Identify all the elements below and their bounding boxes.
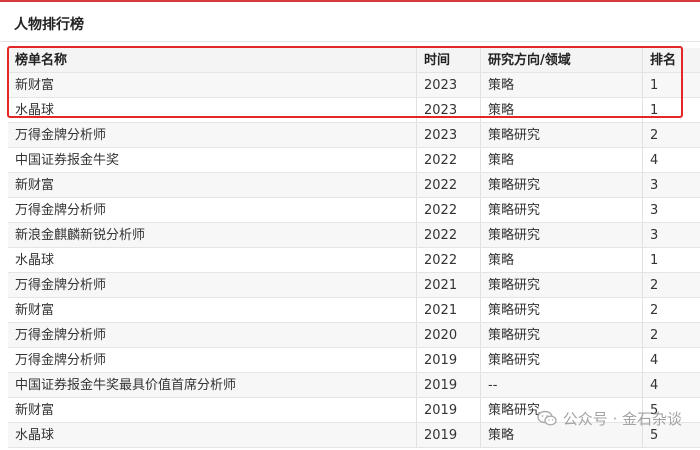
table-row: 万得金牌分析师 2022 策略研究 3: [8, 198, 700, 223]
table-row: 中国证券报金牛奖 2022 策略 4: [8, 148, 700, 173]
cell-field: 策略研究: [481, 323, 643, 347]
cell-year: 2023: [417, 73, 481, 97]
table-row: 水晶球 2023 策略 1: [8, 98, 700, 123]
cell-year: 2019: [417, 398, 481, 422]
table-body: 新财富 2023 策略 1 水晶球 2023 策略 1 万得金牌分析师 2023 策略研究 2 中国证券…: [8, 73, 700, 448]
top-accent-border: [0, 0, 700, 2]
cell-list-name: 万得金牌分析师: [8, 273, 417, 297]
cell-year: 2019: [417, 423, 481, 447]
cell-year: 2019: [417, 373, 481, 397]
cell-rank: 1: [650, 103, 659, 118]
cell-field: 策略研究: [481, 223, 643, 247]
table-header-row: 榜单名称 时间 研究方向/领域 排名: [8, 48, 700, 73]
cell-field: 策略研究: [481, 298, 643, 322]
cell-field: 策略: [481, 73, 643, 97]
cell-field: --: [481, 373, 643, 397]
header-list-name: 榜单名称: [8, 48, 417, 72]
cell-list-name: 新财富: [8, 298, 417, 322]
cell-year: 2022: [417, 248, 481, 272]
cell-year: 2019: [417, 348, 481, 372]
cell-field: 策略: [481, 98, 643, 122]
cell-rank: 4: [650, 153, 659, 168]
wechat-icon: [536, 410, 557, 427]
watermark: 公众号 · 金石杂谈: [536, 408, 682, 429]
cell-field: 策略研究: [481, 173, 643, 197]
cell-rank: 3: [650, 203, 659, 218]
section-title: 人物排行榜: [14, 17, 84, 33]
cell-list-name: 新浪金麒麟新锐分析师: [8, 223, 417, 247]
cell-year: 2023: [417, 98, 481, 122]
cell-rank: 3: [650, 178, 659, 193]
cell-list-name: 万得金牌分析师: [8, 348, 417, 372]
cell-year: 2020: [417, 323, 481, 347]
watermark-text: 公众号 · 金石杂谈: [562, 410, 682, 428]
cell-rank: 2: [650, 278, 659, 293]
table-row: 新浪金麒麟新锐分析师 2022 策略研究 3: [8, 223, 700, 248]
cell-list-name: 万得金牌分析师: [8, 323, 417, 347]
cell-rank: 3: [650, 228, 659, 243]
cell-rank: 4: [650, 378, 659, 393]
table-row: 万得金牌分析师 2020 策略研究 2: [8, 323, 700, 348]
cell-list-name: 新财富: [8, 73, 417, 97]
cell-list-name: 新财富: [8, 398, 417, 422]
cell-rank: 2: [650, 128, 659, 143]
cell-list-name: 水晶球: [8, 423, 417, 447]
cell-year: 2022: [417, 173, 481, 197]
cell-year: 2021: [417, 273, 481, 297]
table-row: 万得金牌分析师 2019 策略研究 4: [8, 348, 700, 373]
header-rank: 排名: [650, 53, 677, 68]
cell-year: 2022: [417, 198, 481, 222]
cell-list-name: 中国证券报金牛奖: [8, 148, 417, 172]
cell-year: 2022: [417, 223, 481, 247]
cell-rank: 4: [650, 353, 659, 368]
cell-year: 2022: [417, 148, 481, 172]
cell-field: 策略研究: [481, 198, 643, 222]
cell-rank: 2: [650, 303, 659, 318]
table-row: 新财富 2023 策略 1: [8, 73, 700, 98]
cell-field: 策略研究: [481, 123, 643, 147]
table-row: 水晶球 2022 策略 1: [8, 248, 700, 273]
cell-field: 策略研究: [481, 273, 643, 297]
cell-year: 2021: [417, 298, 481, 322]
cell-field: 策略研究: [481, 348, 643, 372]
cell-list-name: 新财富: [8, 173, 417, 197]
header-field: 研究方向/领域: [481, 48, 643, 72]
ranking-table: 榜单名称 时间 研究方向/领域 排名 新财富 2023 策略 1 水晶球 2023 策略 1 万…: [8, 48, 700, 448]
cell-year: 2023: [417, 123, 481, 147]
table-row: 中国证券报金牛奖最具价值首席分析师 2019 -- 4: [8, 373, 700, 398]
cell-rank: 1: [650, 253, 659, 268]
cell-list-name: 水晶球: [8, 248, 417, 272]
table-row: 新财富 2022 策略研究 3: [8, 173, 700, 198]
table-row: 新财富 2021 策略研究 2: [8, 298, 700, 323]
table-row: 万得金牌分析师 2023 策略研究 2: [8, 123, 700, 148]
table-row: 万得金牌分析师 2021 策略研究 2: [8, 273, 700, 298]
cell-list-name: 中国证券报金牛奖最具价值首席分析师: [8, 373, 417, 397]
cell-rank: 2: [650, 328, 659, 343]
cell-field: 策略: [481, 148, 643, 172]
cell-rank: 1: [650, 78, 659, 93]
cell-field: 策略: [481, 248, 643, 272]
section-divider: [0, 41, 700, 42]
cell-list-name: 万得金牌分析师: [8, 123, 417, 147]
header-year: 时间: [417, 48, 481, 72]
cell-list-name: 万得金牌分析师: [8, 198, 417, 222]
cell-list-name: 水晶球: [8, 98, 417, 122]
